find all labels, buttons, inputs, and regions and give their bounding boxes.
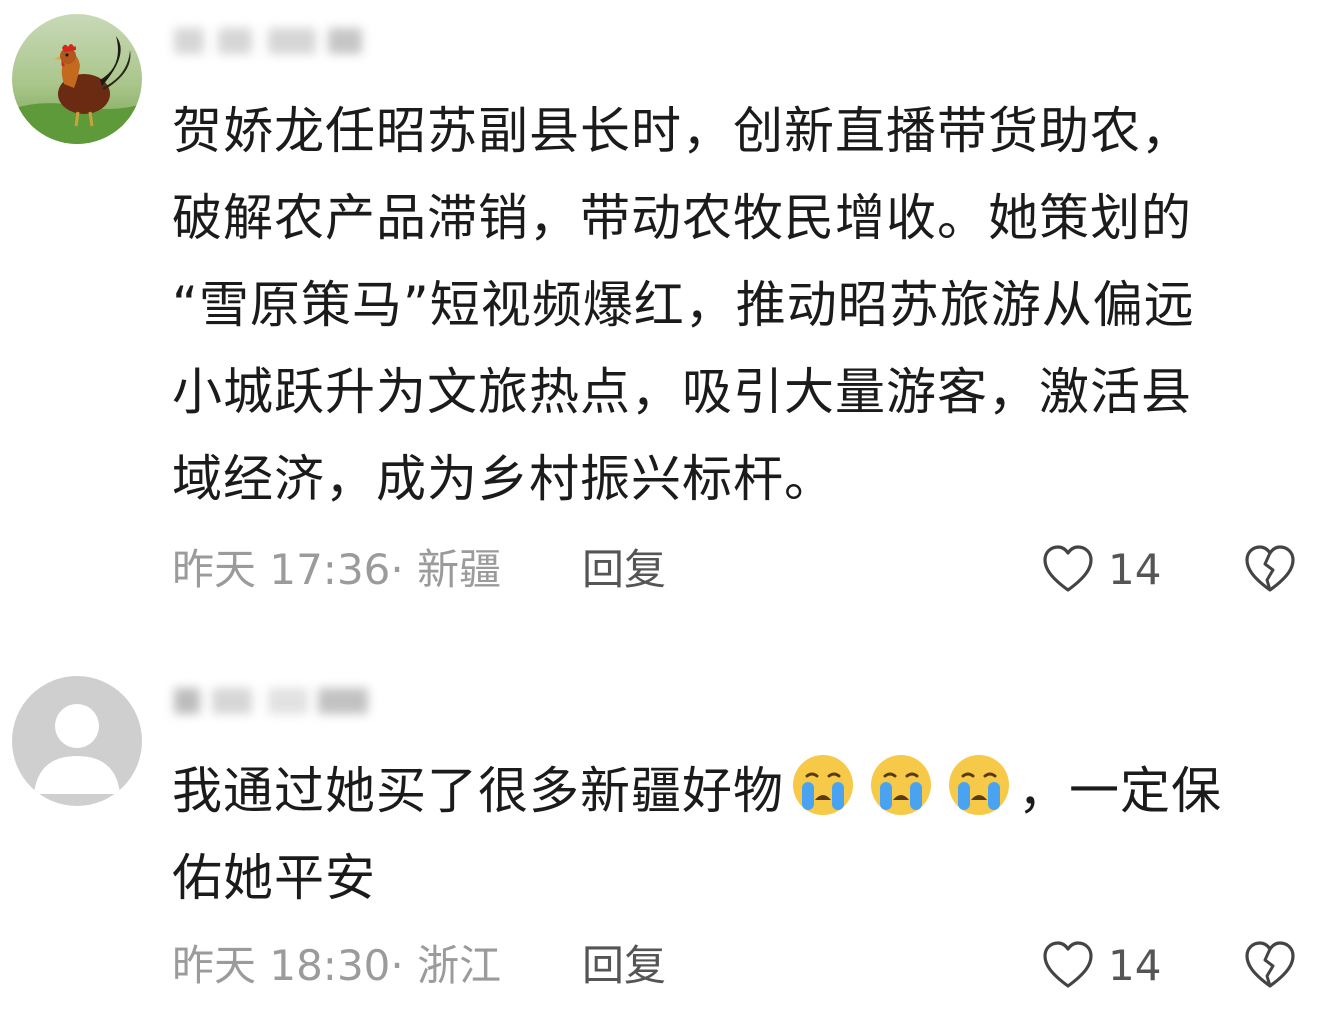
broken-heart-icon: [1245, 545, 1295, 592]
user-avatar[interactable]: [12, 14, 142, 144]
comment-line: 小城跃升为文旅热点，吸引大量游客，激活县: [172, 363, 1192, 421]
reply-button[interactable]: 回复: [582, 540, 666, 600]
comment-text-part: ，一定保: [1018, 762, 1222, 820]
timestamp-location: 昨天 18:30· 浙江: [172, 941, 502, 990]
comment-line: 佑她平安: [172, 849, 376, 907]
broken-heart-icon: [1245, 941, 1295, 988]
crying-emoji-icon: [793, 755, 853, 815]
dislike-button[interactable]: [1242, 938, 1298, 994]
like-button[interactable]: [1040, 938, 1096, 994]
comment-line: 域经济，成为乡村振兴标杆。: [172, 450, 835, 508]
comment-text-part: 我通过她买了很多新疆好物: [172, 762, 784, 820]
default-person-avatar-image: [12, 676, 142, 806]
comment-meta: 昨天 17:36· 新疆 回复 14: [172, 540, 1320, 600]
like-count: 14: [1108, 545, 1162, 594]
comment-text: 我通过她买了很多新疆好物 ，一定保 佑她平安: [172, 748, 1292, 922]
comment-item: 贺娇龙任昭苏副县长时，创新直播带货助农， 破解农产品滞销，带动农牧民增收。她策划…: [0, 0, 1320, 620]
username-blurred[interactable]: [172, 684, 372, 718]
comment-line: 贺娇龙任昭苏副县长时，创新直播带货助农，: [172, 102, 1192, 160]
username-blurred[interactable]: [172, 24, 372, 58]
heart-icon: [1043, 941, 1093, 988]
crying-emoji-icon: [949, 755, 1009, 815]
like-count: 14: [1108, 941, 1162, 990]
comment-line: “雪原策马”短视频爆红，推动昭苏旅游从偏远: [172, 276, 1195, 334]
like-button[interactable]: [1040, 542, 1096, 598]
heart-icon: [1043, 545, 1093, 592]
comment-line: 破解农产品滞销，带动农牧民增收。她策划的: [172, 189, 1192, 247]
comment-line: 我通过她买了很多新疆好物 ，一定保: [172, 748, 1292, 835]
timestamp-location: 昨天 17:36· 新疆: [172, 545, 502, 594]
rooster-avatar-image: [12, 14, 142, 144]
crying-emoji-icon: [871, 755, 931, 815]
comment-text: 贺娇龙任昭苏副县长时，创新直播带货助农， 破解农产品滞销，带动农牧民增收。她策划…: [172, 88, 1292, 523]
reply-button[interactable]: 回复: [582, 936, 666, 996]
comment-meta: 昨天 18:30· 浙江 回复 14: [172, 936, 1320, 996]
comment-item: 我通过她买了很多新疆好物 ，一定保 佑她平安 昨天 18:30· 浙江 回复 1…: [0, 660, 1320, 1028]
user-avatar[interactable]: [12, 676, 142, 806]
dislike-button[interactable]: [1242, 542, 1298, 598]
